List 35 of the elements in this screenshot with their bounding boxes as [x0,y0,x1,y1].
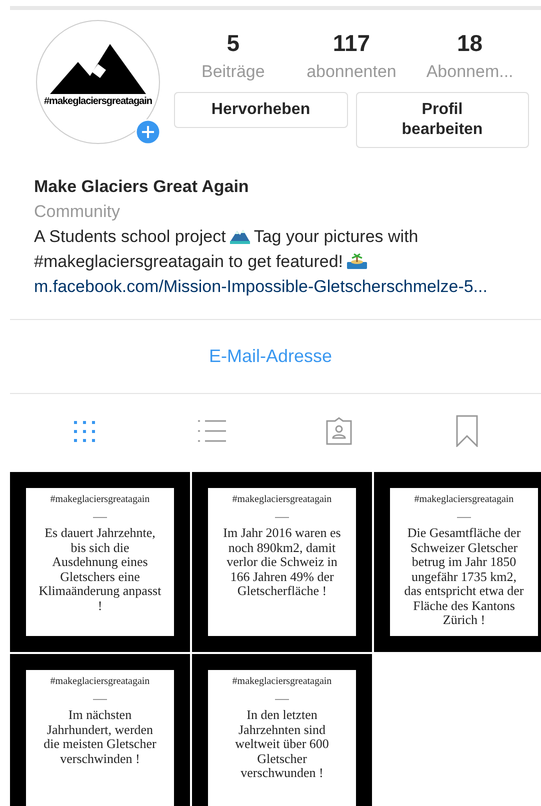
island-icon [347,253,368,269]
profile-name: Make Glaciers Great Again [34,176,250,198]
post-hashtag: #makeglaciersgreatagain [50,494,150,505]
bookmark-icon [455,415,480,447]
post-hashtag: #makeglaciersgreatagain [414,494,514,505]
post-hashtag: #makeglaciersgreatagain [232,494,332,505]
stat-count[interactable]: 18 [457,30,483,57]
mountain-icon [230,228,250,244]
post-text: Im Jahr 2016 waren es noch 890km2, damit verlor die Schweiz in 166 Jahren 49% der Gletscherfläche ! [222,526,342,598]
bio-text: Tag your pictures with [254,227,418,246]
profile-category: Community [34,201,121,223]
edit-profile-button[interactable]: Profil bearbeiten [356,92,529,148]
post-text: In den letzten Jahrzehnten sind weltweit über 600 Gletscher verschwunden ! [234,708,330,780]
list-icon [196,418,227,444]
post-thumbnail[interactable]: #makeglaciersgreatagain Es dauert Jahrzehnte, bis sich die Ausdehnung eines Gletschers eine Klimaänderung anpasst ! [10,472,190,652]
mountain-logo-icon [50,44,146,94]
highlight-button[interactable]: Hervorheben [174,92,348,128]
post-text: Im nächsten Jahrhundert, werden die meisten Gletscher verschwinden ! [42,708,158,766]
post-thumbnail[interactable]: #makeglaciersgreatagain Die Gesamtfläche der Schweizer Gletscher betrug im Jahr 1850 ungefähr 1735 km2, das entspricht etwa der Fläche des Kantons Zürich ! [374,472,541,652]
bio-text: #makeglaciersgreatagain to get featured! [34,252,344,271]
add-icon[interactable] [135,119,161,145]
stat-count[interactable]: 117 [332,30,370,57]
profile-avatar[interactable]: #makeglaciersgreatagain [36,20,160,144]
bio-text: A Students school project [34,227,226,246]
post-thumbnail[interactable]: #makeglaciersgreatagain In den letzten Jahrzehnten sind weltweit über 600 Gletscher verschwunden ! [192,654,372,806]
post-thumbnail[interactable]: #makeglaciersgreatagain Im Jahr 2016 waren es noch 890km2, damit verlor die Schweiz in 166 Jahren 49% der Gletscherfläche ! [192,472,372,652]
website-link[interactable]: m.facebook.com/Mission-Impossible-Gletscherschmelze-5... [34,277,488,296]
post-hashtag: #makeglaciersgreatagain [232,676,332,687]
post-text: Die Gesamtfläche der Schweizer Gletscher betrug im Jahr 1850 ungefähr 1735 km2, das entspricht etwa der Fläche des Kantons Zürich ! [403,526,525,628]
person-tag-icon [324,416,354,446]
post-thumbnail[interactable]: #makeglaciersgreatagain Im nächsten Jahrhundert, werden die meisten Gletscher verschwinden ! [10,654,190,806]
post-text: Es dauert Jahrzehnte, bis sich die Ausdehnung eines Gletschers eine Klimaänderung anpasst ! [38,526,162,613]
post-hashtag: #makeglaciersgreatagain [50,676,150,687]
stat-count[interactable]: 5 [226,30,240,57]
avatar-caption: #makeglaciersgreatagain [44,96,152,106]
